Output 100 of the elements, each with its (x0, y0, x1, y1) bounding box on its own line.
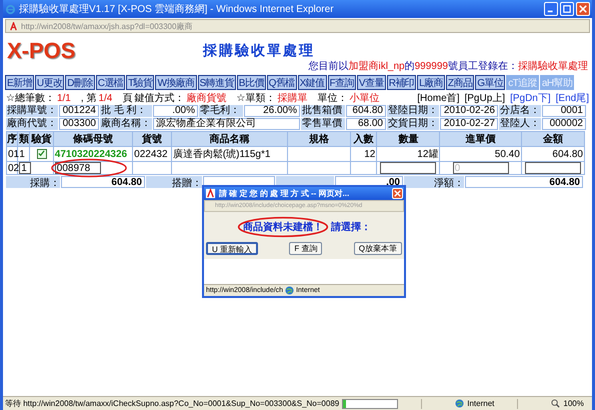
toolbar-button[interactable]: D刪除 (65, 75, 95, 90)
column-header: 金額 (521, 132, 584, 146)
type-input[interactable]: 1 (19, 162, 32, 174)
page-icon (9, 22, 18, 30)
globe-icon (285, 286, 294, 295)
progress-bar (342, 398, 398, 408)
page-title: 採購驗收單處理 (203, 42, 315, 60)
field-value: 0001 (542, 105, 586, 117)
column-header: 條碼母號 (53, 132, 133, 146)
field-label: 批 毛 利： (100, 105, 152, 117)
toolbar-button[interactable]: C選檔 (96, 75, 126, 90)
toolbar-button[interactable]: F查詢 (328, 75, 356, 90)
total-label: 採購： (6, 176, 60, 188)
info-text: 鍵值方式： (134, 92, 184, 104)
minimize-button[interactable] (544, 2, 558, 16)
pager-link[interactable]: [PgDn下] (510, 91, 551, 105)
toolbar-button[interactable]: B比價 (236, 75, 266, 90)
table-cell: 01 (6, 146, 18, 162)
column-header: 貨號 (132, 132, 172, 146)
window-title: 採購驗收單處理V1.17 [X-POS 雲端商務網] - Windows Internet Explorer (19, 2, 335, 16)
toolbar-button[interactable]: R補印 (386, 75, 416, 90)
field-label: 登陸人： (499, 118, 541, 130)
toolbar-button[interactable]: G單位 (475, 75, 506, 90)
field-label: 零售單價 (301, 118, 345, 130)
field-label: 交貨日期： (387, 118, 439, 130)
info-text: 頁 (122, 92, 132, 104)
field-label: 分店名： (499, 105, 541, 117)
browser-icon (5, 4, 16, 14)
info-text: 1/4 (98, 92, 112, 104)
info-text: 廠商貨號 (186, 92, 226, 104)
dialog-button[interactable]: F 查詢 (289, 242, 322, 255)
toolbar-button[interactable]: E新增 (5, 75, 34, 90)
zone-text: Internet (467, 399, 494, 408)
zoom-icon (551, 399, 560, 408)
column-header: 數量 (376, 132, 440, 146)
info-text: 1/1 (56, 92, 71, 104)
toolbar-button[interactable]: Q舊檔 (266, 75, 297, 90)
field-value: 003300 (59, 118, 99, 130)
info-text: 小單位 (349, 92, 380, 105)
field-value: 源宏物產企業有限公司 (153, 118, 300, 130)
column-header: 商品名稱 (171, 132, 288, 146)
info-text: ☆總筆數： (6, 92, 55, 104)
total-value: 604.80 (465, 176, 583, 188)
close-button[interactable] (392, 188, 403, 199)
field-label: 零毛利： (199, 105, 243, 117)
toolbar-button[interactable]: U更改 (34, 75, 64, 90)
column-header: 進單價 (440, 132, 522, 146)
toolbar-button[interactable]: X鍵值 (298, 75, 327, 90)
close-button[interactable] (576, 2, 590, 16)
table-cell: 02 (6, 162, 18, 174)
total-value: 604.80 (61, 176, 145, 188)
field-value: 000002 (542, 118, 586, 130)
price-input[interactable]: 0 (452, 162, 509, 174)
globe-icon (455, 399, 464, 408)
close-icon (394, 190, 401, 197)
total-label: 淨額： (404, 176, 464, 188)
logo: X-POS (7, 38, 76, 64)
toolbar-button[interactable]: Z商品 (446, 75, 474, 90)
dialog-title: 請 確 定 您 的 處 理 方 式 -- 网页对... (219, 188, 350, 199)
field-value: 001224 (59, 105, 99, 117)
toolbar-button[interactable]: S轉進貨 (198, 75, 236, 90)
column-header: 入數 (350, 132, 377, 146)
pager-link[interactable]: [End尾] (556, 91, 589, 105)
toolbar-button[interactable]: L廠商 (417, 75, 445, 90)
field-value: 604.80 (346, 105, 386, 117)
dialog-button[interactable]: Q放棄本筆 (354, 242, 402, 255)
dialog-button[interactable]: U 重新輸入 (206, 242, 258, 255)
table-cell: 廣達香肉鬆(琥)115g*1 (171, 146, 288, 162)
field-label: 廠商名稱： (100, 118, 152, 130)
toolbar-button[interactable]: W換廠商 (155, 75, 196, 90)
info-text: ☆單類： (236, 92, 276, 105)
table-cell: 022432 (132, 146, 172, 162)
column-header: 規格 (287, 132, 350, 146)
field-value: .00% (153, 105, 198, 117)
toolbar-button[interactable]: T驗貨 (126, 75, 154, 90)
field-value: 68.00 (346, 118, 386, 130)
dialog-prompt: 請選擇： (331, 222, 371, 233)
barcode-input[interactable]: 008978 (54, 162, 101, 174)
amount-input[interactable] (524, 162, 581, 174)
info-text: , 第 (80, 92, 96, 105)
field-value: 2010-02-26 (440, 105, 498, 117)
maximize-button[interactable] (560, 2, 574, 16)
zoom-level[interactable]: 100% (563, 399, 584, 408)
field-label: 廠商代號： (6, 118, 58, 130)
toolbar-button[interactable]: V查量 (356, 75, 386, 90)
verified-checkbox[interactable] (36, 148, 47, 159)
field-value: 26.00% (244, 105, 300, 117)
page-icon (205, 188, 216, 199)
column-header: 驗貨 (30, 132, 54, 146)
field-label: 採購單號： (6, 105, 58, 117)
column-header: 類 (18, 132, 30, 146)
status-text: 等待 http://win2008/tw/amaxx/iCheckSupno.asp?Co_No=0001&Sup_No=003300&S_No=0089 (5, 398, 340, 409)
close-icon (579, 5, 587, 13)
info-text: 採購單 (277, 92, 308, 104)
info-text: 單位： (317, 92, 348, 105)
maximize-icon (563, 5, 571, 13)
user-login-text: 您目前以加盟商ikl_np的999999號員工登錄在：採購驗收單處理 (308, 60, 588, 73)
quantity-input[interactable] (380, 162, 436, 174)
table-cell: 12 (350, 146, 377, 162)
field-label: 登陸日期： (387, 105, 439, 117)
